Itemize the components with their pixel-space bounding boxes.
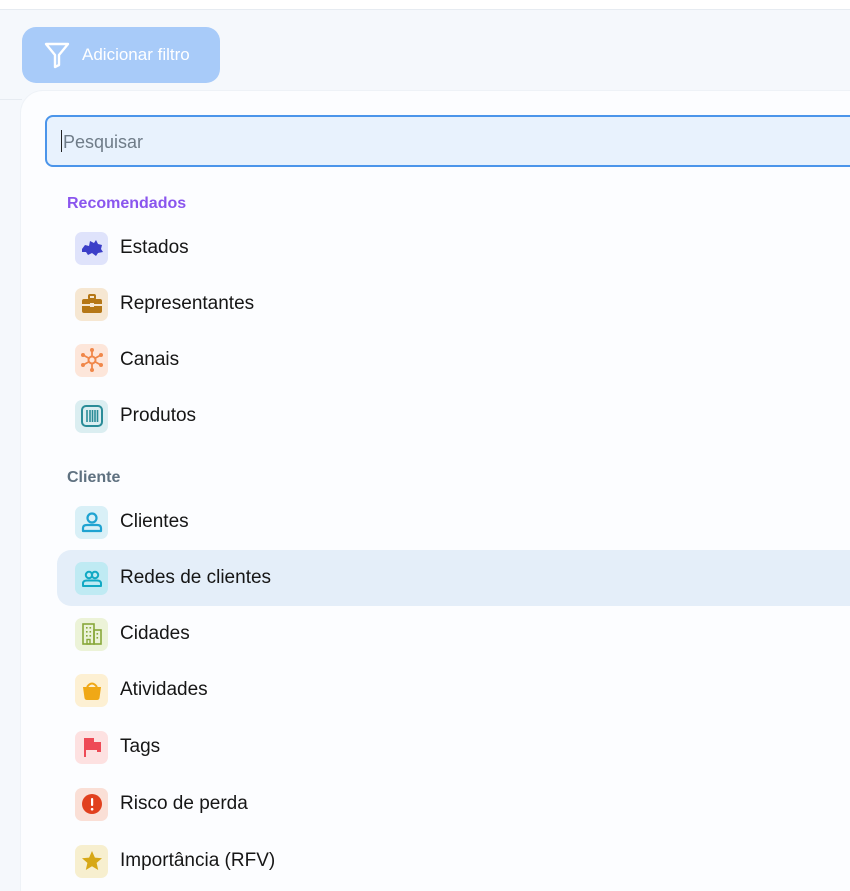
- filter-option-representantes[interactable]: Representantes: [57, 276, 850, 332]
- filter-option-atividades[interactable]: Atividades: [57, 662, 850, 718]
- option-label: Tags: [120, 736, 161, 757]
- option-label: Cidades: [120, 623, 190, 644]
- section-title-cliente: Cliente: [67, 469, 121, 486]
- option-label: Redes de clientes: [120, 567, 272, 588]
- star-icon: [75, 844, 108, 878]
- option-label: Estados: [120, 237, 189, 258]
- add-filter-button[interactable]: Adicionar filtro: [22, 27, 220, 83]
- filter-option-canais[interactable]: Canais: [57, 332, 850, 388]
- filter-option-estados[interactable]: Estados: [57, 220, 850, 276]
- text-caret: [61, 130, 62, 152]
- building-icon: [75, 617, 108, 651]
- search-field[interactable]: [45, 115, 850, 167]
- filter-option-risco-de-perda[interactable]: Risco de perda: [57, 776, 850, 832]
- network-hub-icon: [75, 343, 108, 377]
- map-region-icon: [75, 231, 108, 265]
- add-filter-label: Adicionar filtro: [82, 45, 190, 64]
- filter-option-importancia-rfv[interactable]: Importância (RFV): [57, 833, 850, 889]
- page-left-gutter: [0, 99, 22, 884]
- option-label: Risco de perda: [120, 793, 248, 814]
- filter-icon: [44, 42, 70, 69]
- search-input[interactable]: [61, 117, 825, 167]
- briefcase-icon: [75, 287, 108, 321]
- users-group-icon: [75, 561, 108, 595]
- section-title-recomendados: Recomendados: [67, 195, 187, 212]
- alert-circle-icon: [75, 787, 108, 821]
- option-label: Representantes: [120, 293, 255, 314]
- user-icon: [75, 505, 108, 539]
- filter-option-cidades[interactable]: Cidades: [57, 606, 850, 662]
- filter-option-redes-de-clientes[interactable]: Redes de clientes: [57, 550, 850, 606]
- option-label: Produtos: [120, 405, 197, 426]
- filter-option-tags[interactable]: Tags: [57, 719, 850, 775]
- filter-option-clientes[interactable]: Clientes: [57, 494, 850, 550]
- barcode-icon: [75, 399, 108, 433]
- option-label: Canais: [120, 349, 180, 370]
- option-label: Importância (RFV): [120, 850, 276, 871]
- basket-icon: [75, 673, 108, 707]
- top-bar-edge: [0, 0, 850, 10]
- flag-icon: [75, 730, 108, 764]
- filter-option-produtos[interactable]: Produtos: [57, 388, 850, 444]
- option-label: Atividades: [120, 679, 208, 700]
- option-label: Clientes: [120, 511, 189, 532]
